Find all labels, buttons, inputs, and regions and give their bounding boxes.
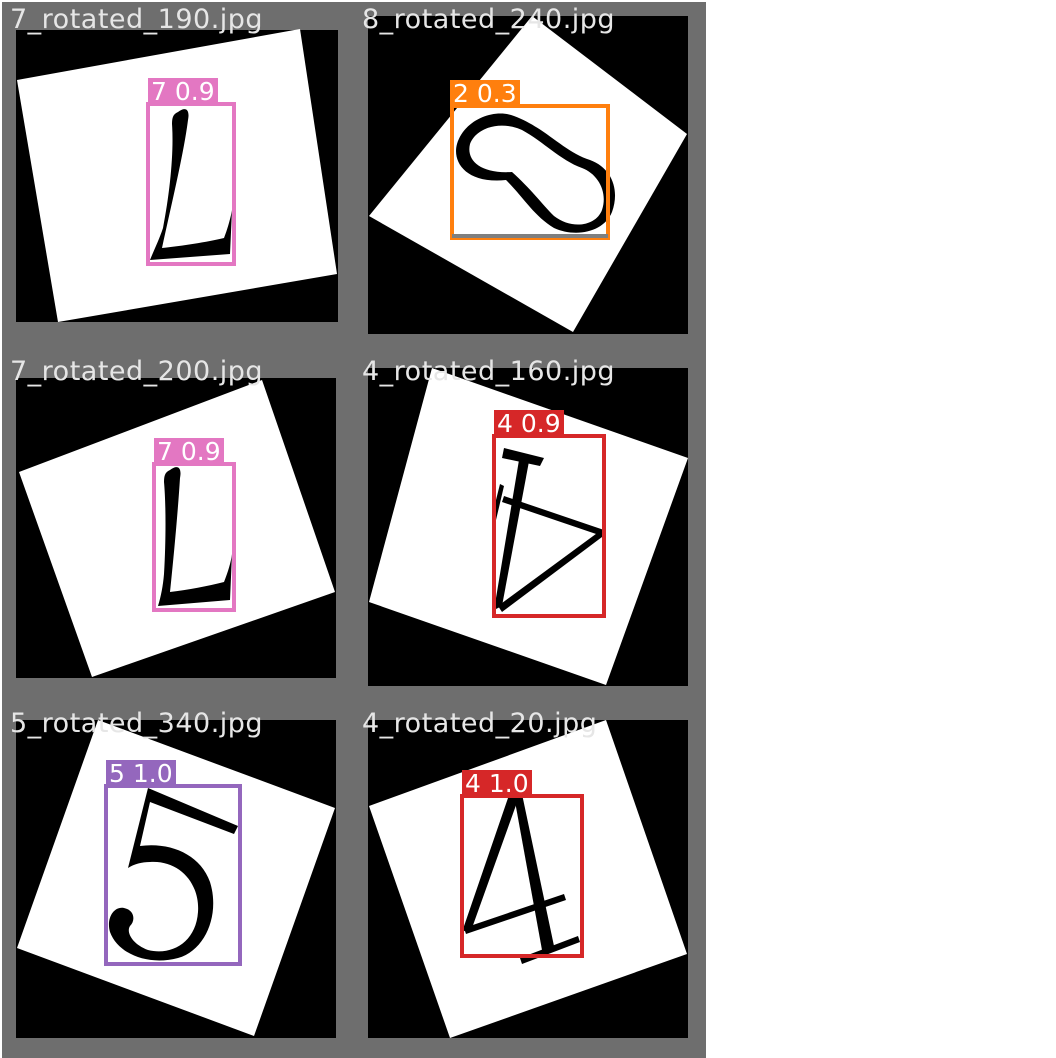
detection-label: 2 0.3 — [450, 80, 520, 107]
detection-mosaic: 7_rotated_190.jpg 7 0.9 8_rotated_240.jp… — [0, 0, 1056, 1058]
tile-image — [2, 706, 354, 1058]
detection-label: 4 1.0 — [462, 770, 532, 797]
image-filename: 8_rotated_240.jpg — [362, 4, 616, 35]
tile-image — [354, 2, 706, 354]
tile-image — [2, 2, 354, 354]
image-tile: 4_rotated_160.jpg 4 0.9 — [354, 354, 706, 706]
image-filename: 7_rotated_190.jpg — [10, 4, 264, 35]
image-filename: 5_rotated_340.jpg — [10, 708, 264, 739]
detection-label: 4 0.9 — [494, 410, 564, 437]
tile-image — [354, 706, 706, 1058]
image-tile: 5_rotated_340.jpg 5 1.0 — [2, 706, 354, 1058]
image-filename: 4_rotated_20.jpg — [362, 708, 598, 739]
detection-label: 7 0.9 — [154, 438, 224, 465]
detection-label: 5 1.0 — [106, 760, 176, 787]
detection-label: 7 0.9 — [148, 78, 218, 105]
image-filename: 7_rotated_200.jpg — [10, 356, 264, 387]
image-tile: 8_rotated_240.jpg 2 0.3 — [354, 2, 706, 354]
tile-image — [2, 354, 354, 706]
image-tile: 7_rotated_190.jpg 7 0.9 — [2, 2, 354, 354]
image-tile: 7_rotated_200.jpg 7 0.9 — [2, 354, 354, 706]
tile-image — [354, 354, 706, 706]
image-tile: 4_rotated_20.jpg 4 1.0 — [354, 706, 706, 1058]
image-filename: 4_rotated_160.jpg — [362, 356, 616, 387]
